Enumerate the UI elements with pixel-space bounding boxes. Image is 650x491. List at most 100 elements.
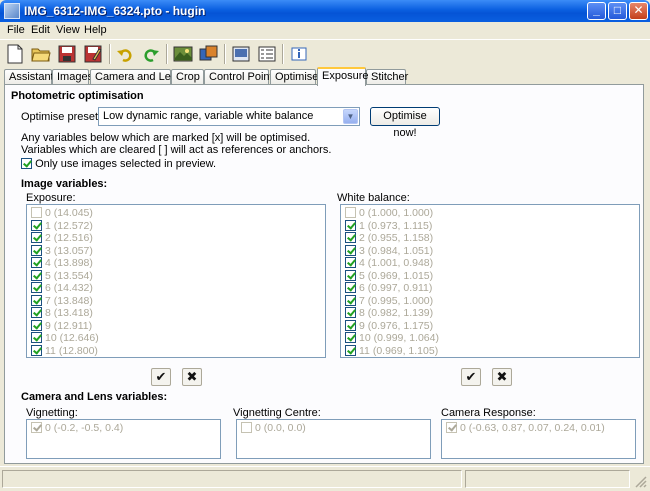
item-checkbox[interactable]	[345, 307, 356, 318]
item-checkbox[interactable]	[345, 344, 356, 356]
menu-edit[interactable]: Edit	[31, 24, 50, 36]
preview-icon[interactable]	[172, 43, 194, 65]
tab-control-points[interactable]: Control Points	[204, 69, 278, 85]
list-item[interactable]: 6 (14.432)	[27, 282, 325, 295]
chevron-down-icon[interactable]: ▼	[343, 109, 358, 124]
item-checkbox[interactable]	[345, 294, 356, 306]
list-item[interactable]: 9 (12.911)	[27, 319, 325, 333]
item-checkbox[interactable]	[31, 244, 42, 256]
item-checkbox[interactable]	[31, 319, 42, 331]
item-checkbox[interactable]	[31, 344, 42, 356]
exposure-list[interactable]: 0 (14.045) 1 (12.572) 2 (12.516) 3 (13.057)…	[26, 204, 326, 358]
tab-stitcher[interactable]: Stitcher	[366, 69, 408, 85]
open-project-icon[interactable]	[30, 43, 52, 65]
list-item[interactable]: 8 (13.418)	[27, 307, 325, 320]
list-item[interactable]: 3 (13.057)	[27, 244, 325, 258]
list-view-icon[interactable]	[256, 43, 278, 65]
list-item[interactable]: 10 (0.999, 1.064)	[341, 332, 639, 345]
item-checkbox[interactable]	[31, 232, 42, 243]
item-checkbox[interactable]	[345, 319, 356, 331]
list-item[interactable]: 9 (0.976, 1.175)	[341, 319, 639, 333]
list-item[interactable]: 0 (0.0, 0.0)	[237, 422, 430, 435]
item-checkbox[interactable]	[31, 332, 42, 343]
info-icon[interactable]	[288, 43, 310, 65]
item-checkbox[interactable]	[345, 207, 356, 218]
close-button[interactable]: ✕	[629, 2, 648, 20]
list-item[interactable]: 1 (12.572)	[27, 219, 325, 233]
item-checkbox[interactable]	[31, 307, 42, 318]
redo-icon[interactable]	[140, 43, 162, 65]
vignetting-centre-checkbox[interactable]	[241, 422, 252, 433]
list-item[interactable]: 11 (12.800)	[27, 344, 325, 358]
list-item[interactable]: 7 (0.995, 1.000)	[341, 294, 639, 308]
item-checkbox[interactable]	[31, 282, 42, 293]
optimise-now-button[interactable]: Optimise now!	[370, 107, 440, 139]
image-view-icon[interactable]	[230, 43, 252, 65]
item-checkbox[interactable]	[31, 257, 42, 268]
item-checkbox[interactable]	[345, 332, 356, 343]
camera-response-list[interactable]: 0 (-0.63, 0.87, 0.07, 0.24, 0.01)	[441, 419, 636, 459]
list-item[interactable]: 10 (12.646)	[27, 332, 325, 345]
list-item[interactable]: 2 (12.516)	[27, 232, 325, 245]
vignetting-list[interactable]: 0 (-0.2, -0.5, 0.4)	[26, 419, 221, 459]
save-as-icon[interactable]	[82, 43, 104, 65]
maximize-button[interactable]: □	[608, 2, 627, 20]
list-item[interactable]: 11 (0.969, 1.105)	[341, 344, 639, 358]
item-checkbox[interactable]	[31, 219, 42, 231]
vignetting-centre-list[interactable]: 0 (0.0, 0.0)	[236, 419, 431, 459]
item-checkbox[interactable]	[345, 219, 356, 231]
only-selected-checkbox[interactable]	[21, 158, 32, 169]
item-checkbox[interactable]	[345, 257, 356, 268]
list-item[interactable]: 7 (13.848)	[27, 294, 325, 308]
item-checkbox[interactable]	[345, 244, 356, 256]
resize-grip-icon[interactable]	[635, 476, 647, 488]
list-item[interactable]: 8 (0.982, 1.139)	[341, 307, 639, 320]
exposure-clear-all-button[interactable]: ✖	[182, 368, 202, 386]
list-item[interactable]: 4 (1.001, 0.948)	[341, 257, 639, 270]
tab-assistant[interactable]: Assistant	[4, 69, 54, 85]
tab-camera-and-lens[interactable]: Camera and Lens	[90, 69, 182, 85]
only-selected-option[interactable]: Only use images selected in preview.	[21, 158, 216, 170]
save-icon[interactable]	[56, 43, 78, 65]
tab-exposure[interactable]: Exposure	[317, 67, 368, 86]
list-item[interactable]: 6 (0.997, 0.911)	[341, 282, 639, 295]
item-checkbox[interactable]	[31, 294, 42, 306]
stitch-icon[interactable]	[198, 43, 220, 65]
item-checkbox[interactable]	[345, 269, 356, 281]
tab-images[interactable]: Images	[52, 69, 93, 85]
only-selected-label: Only use images selected in preview.	[35, 158, 217, 170]
item-checkbox[interactable]	[345, 232, 356, 243]
tab-crop[interactable]: Crop	[171, 69, 204, 85]
list-item[interactable]: 3 (0.984, 1.051)	[341, 244, 639, 258]
info-text-2: Variables which are cleared [ ] will act…	[21, 144, 332, 156]
undo-icon[interactable]	[114, 43, 136, 65]
list-item[interactable]: 4 (13.898)	[27, 257, 325, 270]
item-value: 8 (0.982, 1.139)	[359, 307, 434, 319]
minimize-button[interactable]: _	[587, 2, 606, 20]
white-balance-list[interactable]: 0 (1.000, 1.000) 1 (0.973, 1.115) 2 (0.955…	[340, 204, 640, 358]
exposure-select-all-button[interactable]: ✔	[151, 368, 171, 386]
vignetting-checkbox[interactable]	[31, 422, 42, 433]
menu-file[interactable]: File	[7, 24, 25, 36]
list-item[interactable]: 0 (-0.63, 0.87, 0.07, 0.24, 0.01)	[442, 422, 635, 435]
tab-optimiser[interactable]: Optimiser	[270, 69, 322, 85]
list-item[interactable]: 1 (0.973, 1.115)	[341, 219, 639, 233]
wb-select-all-button[interactable]: ✔	[461, 368, 481, 386]
list-item[interactable]: 0 (-0.2, -0.5, 0.4)	[27, 422, 220, 435]
exposure-label: Exposure:	[26, 192, 76, 204]
list-item[interactable]: 5 (0.969, 1.015)	[341, 269, 639, 283]
preset-select[interactable]: Low dynamic range, variable white balanc…	[98, 107, 360, 126]
list-item[interactable]: 0 (1.000, 1.000)	[341, 207, 639, 220]
item-checkbox[interactable]	[31, 269, 42, 281]
list-item[interactable]: 0 (14.045)	[27, 207, 325, 220]
image-variables-heading: Image variables:	[21, 178, 108, 190]
item-checkbox[interactable]	[345, 282, 356, 293]
camera-response-checkbox[interactable]	[446, 422, 457, 433]
menu-help[interactable]: Help	[84, 24, 107, 36]
list-item[interactable]: 2 (0.955, 1.158)	[341, 232, 639, 245]
new-project-icon[interactable]	[4, 43, 26, 65]
list-item[interactable]: 5 (13.554)	[27, 269, 325, 283]
menu-view[interactable]: View	[56, 24, 80, 36]
item-checkbox[interactable]	[31, 207, 42, 218]
wb-clear-all-button[interactable]: ✖	[492, 368, 512, 386]
